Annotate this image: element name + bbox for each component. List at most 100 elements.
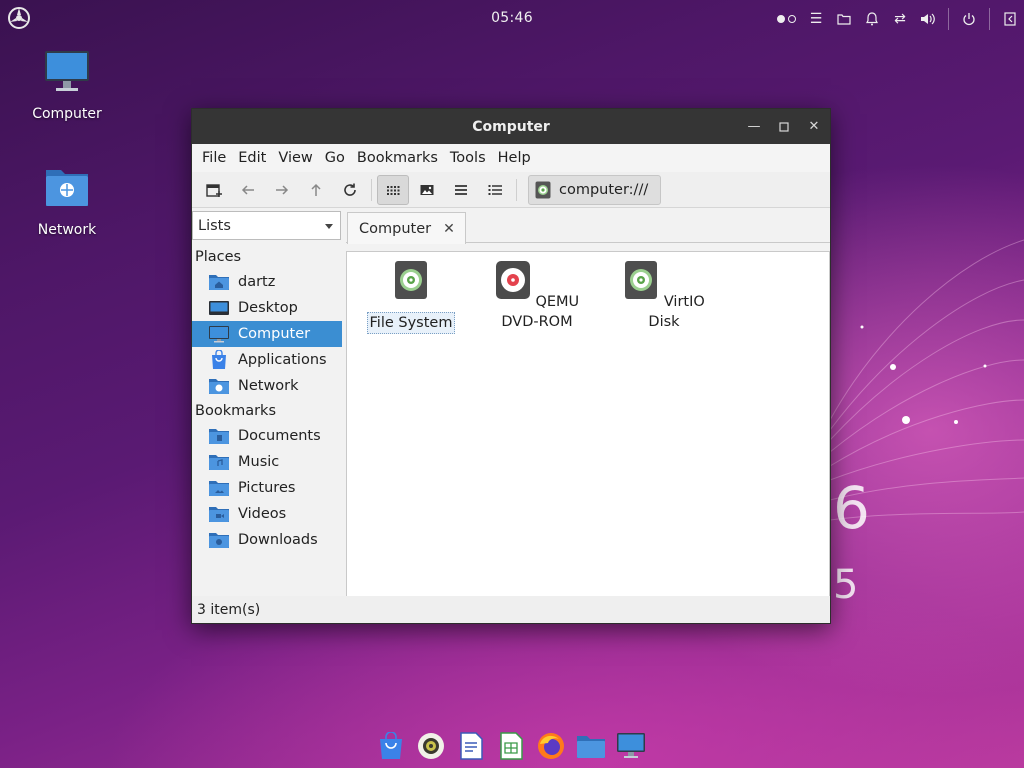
reload-button[interactable] (334, 175, 366, 205)
bell-icon[interactable] (864, 10, 880, 28)
drive-icon (535, 181, 551, 198)
back-button[interactable] (232, 175, 264, 205)
toolbar-separator (371, 178, 372, 201)
documents-folder-icon (208, 426, 230, 446)
power-icon[interactable] (961, 10, 977, 28)
close-tab-icon[interactable]: ✕ (443, 221, 455, 237)
dock (376, 728, 646, 764)
file-item-file-system[interactable]: File System (361, 260, 461, 334)
tab-bar: Computer ✕ (346, 209, 830, 244)
menu-file[interactable]: File (196, 150, 232, 166)
videos-folder-icon (208, 504, 230, 524)
sidebar-item-documents[interactable]: Documents (192, 423, 342, 449)
drive-icon (625, 261, 658, 299)
network-transfer-icon[interactable]: ⇄ (892, 10, 908, 28)
forward-button[interactable] (266, 175, 298, 205)
side-pane-mode-value: Lists (198, 217, 231, 234)
volume-icon[interactable] (920, 10, 936, 28)
side-pane-mode-select[interactable]: Lists (192, 211, 341, 240)
network-folder-icon (208, 376, 230, 396)
top-panel: 05:46 ☰ ⇄ (0, 0, 1024, 36)
sidebar-item-dartz[interactable]: dartz (192, 269, 342, 295)
computer-icon[interactable] (616, 731, 646, 761)
desktop-icon-label: Computer (32, 106, 102, 122)
sidebar-header-places: Places (195, 249, 242, 265)
detailed-list-view-button[interactable] (479, 175, 511, 205)
maximize-icon[interactable] (776, 119, 792, 135)
exit-icon[interactable] (1002, 10, 1018, 28)
sidebar-item-applications[interactable]: Applications (192, 347, 342, 373)
file-item-virtio-disk[interactable]: VirtIO Disk (614, 260, 714, 332)
arrow-left-icon (241, 184, 254, 195)
pictures-folder-icon (208, 478, 230, 498)
thumbnail-view-button[interactable] (411, 175, 443, 205)
sidebar-item-label: Computer (238, 326, 311, 342)
app-store-icon[interactable] (376, 731, 406, 761)
file-manager-icon[interactable] (576, 731, 606, 761)
desktop-icon-computer[interactable]: Computer (17, 48, 117, 122)
desktop-icon-label: Network (37, 222, 97, 238)
media-player-icon[interactable] (416, 731, 446, 761)
new-tab-icon (206, 183, 222, 197)
main-area: Lists Places dartz Desktop Computer Appl… (192, 209, 830, 597)
sidebar-item-label: Desktop (238, 300, 298, 316)
minimize-icon[interactable]: — (746, 119, 762, 135)
menu-tools[interactable]: Tools (444, 150, 492, 166)
tab-label: Computer (359, 220, 432, 237)
sidebar-item-label: Music (238, 454, 280, 470)
music-folder-icon (208, 452, 230, 472)
file-item-qemu-dvd-rom[interactable]: QEMU DVD-ROM (487, 260, 587, 332)
menu-view[interactable]: View (272, 150, 318, 166)
menu-go[interactable]: Go (319, 150, 351, 166)
workspace-indicator-icon[interactable] (777, 10, 796, 28)
window-title: Computer (472, 118, 550, 135)
firefox-icon[interactable] (536, 731, 566, 761)
sidebar: Places dartz Desktop Computer Applicatio… (192, 245, 342, 597)
svg-text:5: 5 (833, 562, 858, 608)
file-manager-window: Computer — ✕ File Edit View Go Bookmarks… (191, 108, 831, 624)
file-view[interactable]: File System QEMU DVD-ROM VirtIO Disk (346, 251, 830, 597)
compact-view-button[interactable] (445, 175, 477, 205)
tray-separator (989, 8, 990, 30)
list-compact-icon (455, 184, 467, 195)
close-icon[interactable]: ✕ (806, 119, 822, 135)
up-button[interactable] (300, 175, 332, 205)
reload-icon (344, 183, 356, 196)
sidebar-item-desktop[interactable]: Desktop (192, 295, 342, 321)
sidebar-item-label: Videos (238, 506, 287, 522)
system-tray: ☰ ⇄ (777, 8, 1018, 30)
sidebar-item-pictures[interactable]: Pictures (192, 475, 342, 501)
arrow-right-icon (276, 184, 289, 195)
window-titlebar[interactable]: Computer — ✕ (192, 109, 830, 144)
desktop-icon (208, 298, 230, 318)
applications-icon (208, 350, 230, 370)
folder-icon[interactable] (836, 10, 852, 28)
chevron-down-icon (325, 224, 333, 229)
toolbar-separator (516, 178, 517, 201)
sidebar-item-label: dartz (238, 274, 276, 290)
sidebar-item-label: Documents (238, 428, 321, 444)
sidebar-item-computer[interactable]: Computer (192, 321, 342, 347)
location-bar[interactable]: computer:/// (528, 174, 662, 205)
sidebar-item-label: Pictures (238, 480, 296, 496)
tab-computer[interactable]: Computer ✕ (347, 212, 466, 244)
new-tab-button[interactable] (198, 175, 230, 205)
monitor-icon (45, 51, 89, 91)
spreadsheet-icon[interactable] (496, 731, 526, 761)
status-text: 3 item(s) (197, 601, 261, 618)
menu-edit[interactable]: Edit (232, 150, 272, 166)
sidebar-item-downloads[interactable]: Downloads (192, 527, 342, 553)
sidebar-item-network[interactable]: Network (192, 373, 342, 399)
menu-bookmarks[interactable]: Bookmarks (351, 150, 444, 166)
tray-separator (948, 8, 949, 30)
sidebar-item-label: Downloads (238, 532, 318, 548)
sidebar-item-music[interactable]: Music (192, 449, 342, 475)
menu-help[interactable]: Help (492, 150, 537, 166)
icon-view-button[interactable] (377, 174, 409, 205)
text-editor-icon[interactable] (456, 731, 486, 761)
desktop-icon-network[interactable]: Network (17, 164, 117, 238)
image-icon (420, 184, 434, 195)
menu-icon[interactable]: ☰ (808, 10, 824, 28)
file-item-label: File System (366, 312, 456, 334)
sidebar-item-videos[interactable]: Videos (192, 501, 342, 527)
